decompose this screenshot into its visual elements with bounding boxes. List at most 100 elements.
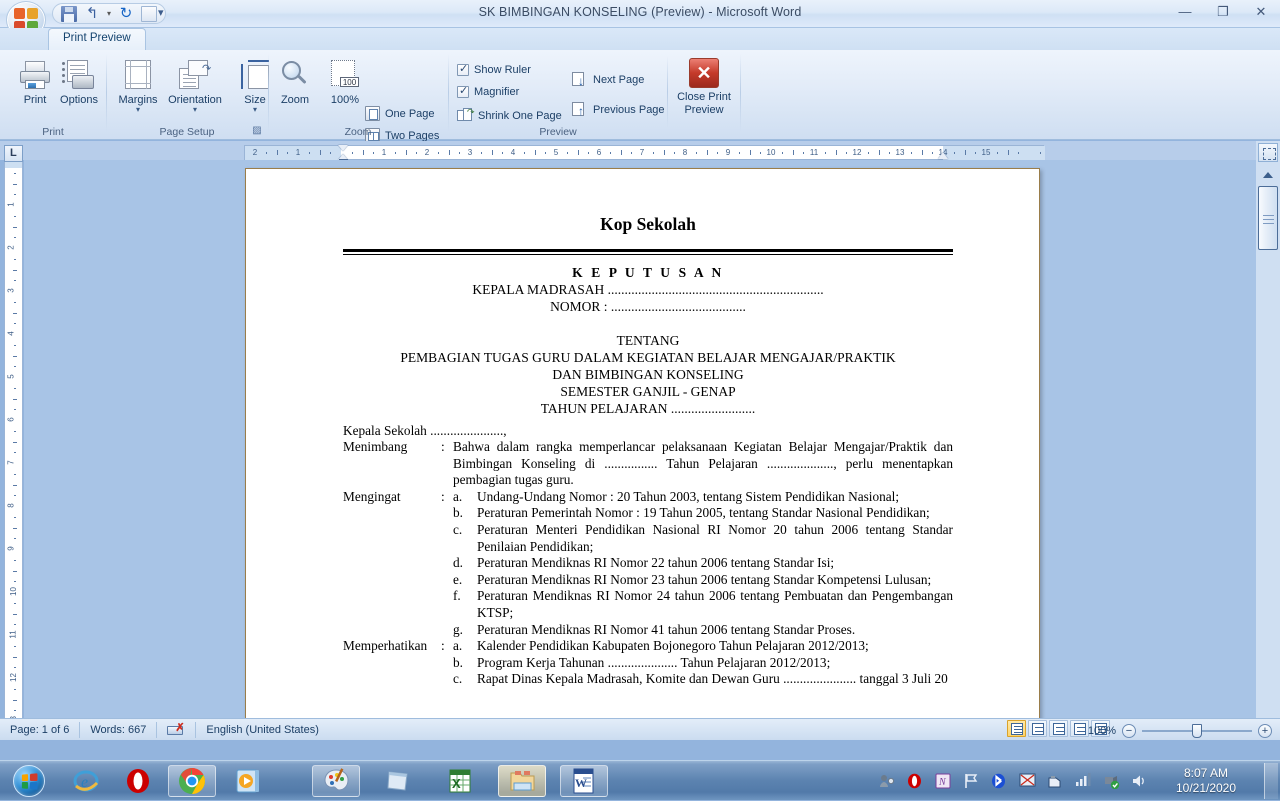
clock[interactable]: 8:07 AM 10/21/2020 bbox=[1156, 766, 1256, 796]
vertical-ruler-tick bbox=[14, 216, 16, 217]
ruler-tick bbox=[287, 152, 288, 154]
signal-icon[interactable] bbox=[1075, 773, 1092, 790]
subject-line-3: SEMESTER GANJIL - GENAP bbox=[343, 383, 953, 400]
scroll-up-button[interactable] bbox=[1259, 168, 1277, 182]
ruler-tick bbox=[578, 150, 579, 155]
menimbang-colon: : bbox=[441, 439, 453, 489]
previous-page-label: Previous Page bbox=[593, 104, 665, 116]
full-screen-reading-view-button[interactable] bbox=[1028, 720, 1047, 737]
list-text: Peraturan Menteri Pendidikan Nasional RI… bbox=[477, 522, 953, 555]
opera-icon[interactable] bbox=[907, 773, 924, 790]
zoom-slider[interactable] bbox=[1142, 724, 1252, 738]
page-indicator[interactable]: Page: 1 of 6 bbox=[0, 722, 80, 738]
mengingat-row: g. Peraturan Mendiknas RI Nomor 41 tahun… bbox=[343, 622, 953, 639]
vertical-ruler-tick bbox=[14, 237, 16, 238]
opera-icon bbox=[125, 768, 151, 794]
taskbar-item-media-player[interactable] bbox=[224, 765, 272, 797]
previous-page-button[interactable]: ↑ Previous Page bbox=[571, 102, 665, 118]
ruler-tick bbox=[793, 150, 794, 155]
ruler-tick bbox=[459, 152, 460, 154]
print-options-icon bbox=[62, 60, 96, 90]
zoom-in-button[interactable]: + bbox=[1258, 724, 1272, 738]
maximize-button[interactable]: ❐ bbox=[1212, 2, 1234, 22]
next-page-button[interactable]: ↓ Next Page bbox=[571, 72, 644, 88]
page-setup-dialog-launcher-icon[interactable]: ▨ bbox=[251, 125, 263, 137]
media-player-icon bbox=[235, 768, 261, 794]
flag-icon[interactable] bbox=[963, 773, 980, 790]
ruler-tick bbox=[782, 152, 783, 154]
list-letter: a. bbox=[453, 489, 477, 506]
magnifier-checkbox[interactable]: Magnifier bbox=[457, 86, 519, 98]
vertical-ruler-tick bbox=[14, 667, 16, 668]
print-layout-view-button[interactable] bbox=[1007, 720, 1026, 737]
zoom-button[interactable]: Zoom bbox=[271, 56, 319, 106]
vertical-ruler-tick-label: 12 bbox=[9, 673, 18, 682]
mengingat-block: Mengingat : a. Undang-Undang Nomor : 20 … bbox=[343, 489, 953, 638]
minimize-button[interactable]: — bbox=[1174, 2, 1196, 22]
one-page-button[interactable]: One Page bbox=[365, 106, 435, 121]
taskbar-item-google-chrome[interactable] bbox=[168, 765, 216, 797]
vertical-ruler-tick bbox=[14, 560, 16, 561]
vertical-ruler[interactable]: 12345678910111213 bbox=[4, 168, 23, 733]
web-layout-view-button[interactable] bbox=[1049, 720, 1068, 737]
ruler-tick bbox=[825, 152, 826, 154]
zoom-level-label[interactable]: 100% bbox=[1088, 725, 1116, 737]
orientation-caret-icon[interactable]: ▾ bbox=[159, 106, 231, 114]
document-page[interactable]: Kop Sekolah K E P U T U S A N KEPALA MAD… bbox=[245, 168, 1040, 738]
taskbar-item-paint[interactable] bbox=[312, 765, 360, 797]
bluetooth-icon[interactable] bbox=[991, 773, 1008, 790]
close-button[interactable]: ✕ bbox=[1250, 2, 1272, 22]
checkbox-icon bbox=[457, 86, 469, 98]
display-icon[interactable] bbox=[1019, 773, 1036, 790]
ribbon-tab-strip: Print Preview bbox=[0, 28, 1280, 50]
proofing-status[interactable]: ✗ bbox=[157, 722, 196, 738]
taskbar-item-excel[interactable]: X bbox=[436, 765, 484, 797]
title-bar: ↰ ▾ ↻ ▾ SK BIMBINGAN KONSELING (Preview)… bbox=[0, 0, 1280, 28]
vertical-ruler-tick bbox=[14, 388, 16, 389]
word-count[interactable]: Words: 667 bbox=[80, 722, 157, 738]
ruler-tick bbox=[266, 152, 267, 154]
zoom-out-button[interactable]: − bbox=[1122, 724, 1136, 738]
first-line-indent-marker[interactable] bbox=[338, 145, 348, 151]
close-print-preview-button[interactable]: ✕ Close Print Preview bbox=[671, 58, 737, 116]
zoom-button-label: Zoom bbox=[271, 94, 319, 106]
options-button[interactable]: Options bbox=[48, 56, 110, 106]
taskbar-item-microsoft-word[interactable]: W bbox=[560, 765, 608, 797]
show-ruler-checkbox[interactable]: Show Ruler bbox=[457, 64, 531, 76]
list-letter: a. bbox=[453, 638, 477, 655]
ruler-tick-label: 10 bbox=[767, 148, 776, 157]
taskbar-item-file-explorer[interactable] bbox=[498, 765, 546, 797]
zoom-100-button[interactable]: 100 100% bbox=[321, 56, 369, 106]
zoom-100-icon: 100 bbox=[329, 60, 361, 90]
volume-icon[interactable] bbox=[1131, 773, 1148, 790]
select-browse-object-button[interactable] bbox=[1258, 143, 1278, 162]
language-indicator[interactable]: English (United States) bbox=[196, 722, 329, 738]
taskbar-item-opera[interactable] bbox=[114, 765, 162, 797]
document-canvas[interactable]: Kop Sekolah K E P U T U S A N KEPALA MAD… bbox=[24, 160, 1256, 738]
start-button[interactable] bbox=[2, 762, 56, 800]
list-text: Peraturan Mendiknas RI Nomor 22 tahun 20… bbox=[477, 555, 953, 572]
ruler-tick-label: 13 bbox=[896, 148, 905, 157]
antivirus-icon[interactable] bbox=[1103, 773, 1120, 790]
outline-view-button[interactable] bbox=[1070, 720, 1089, 737]
show-desktop-button[interactable] bbox=[1264, 763, 1278, 799]
tab-stop-selector[interactable] bbox=[4, 145, 23, 162]
zoom-slider-thumb[interactable] bbox=[1192, 724, 1202, 738]
network-people-icon[interactable] bbox=[879, 773, 896, 790]
right-indent-marker[interactable] bbox=[938, 152, 948, 159]
device-icon[interactable] bbox=[1047, 773, 1064, 790]
list-letter: d. bbox=[453, 555, 477, 572]
menimbang-text: Bahwa dalam rangka memperlancar pelaksan… bbox=[453, 439, 953, 489]
vertical-ruler-tick bbox=[14, 689, 16, 690]
tab-print-preview[interactable]: Print Preview bbox=[48, 28, 146, 50]
subject-line-1: PEMBAGIAN TUGAS GURU DALAM KEGIATAN BELA… bbox=[343, 349, 953, 366]
orientation-button[interactable]: ↷ Orientation ▾ bbox=[159, 56, 231, 114]
scrollbar-thumb[interactable] bbox=[1258, 186, 1278, 250]
shrink-one-page-button[interactable]: ↷ Shrink One Page bbox=[457, 108, 562, 123]
horizontal-ruler[interactable]: 21123456789101112131415 bbox=[244, 145, 1044, 160]
menimbang-row: Menimbang : Bahwa dalam rangka memperlan… bbox=[343, 439, 953, 489]
onenote-icon[interactable]: N bbox=[935, 773, 952, 790]
ruler-tick bbox=[621, 150, 622, 155]
taskbar-item-notepad[interactable] bbox=[374, 765, 422, 797]
taskbar-item-internet-explorer[interactable]: e bbox=[62, 765, 110, 797]
